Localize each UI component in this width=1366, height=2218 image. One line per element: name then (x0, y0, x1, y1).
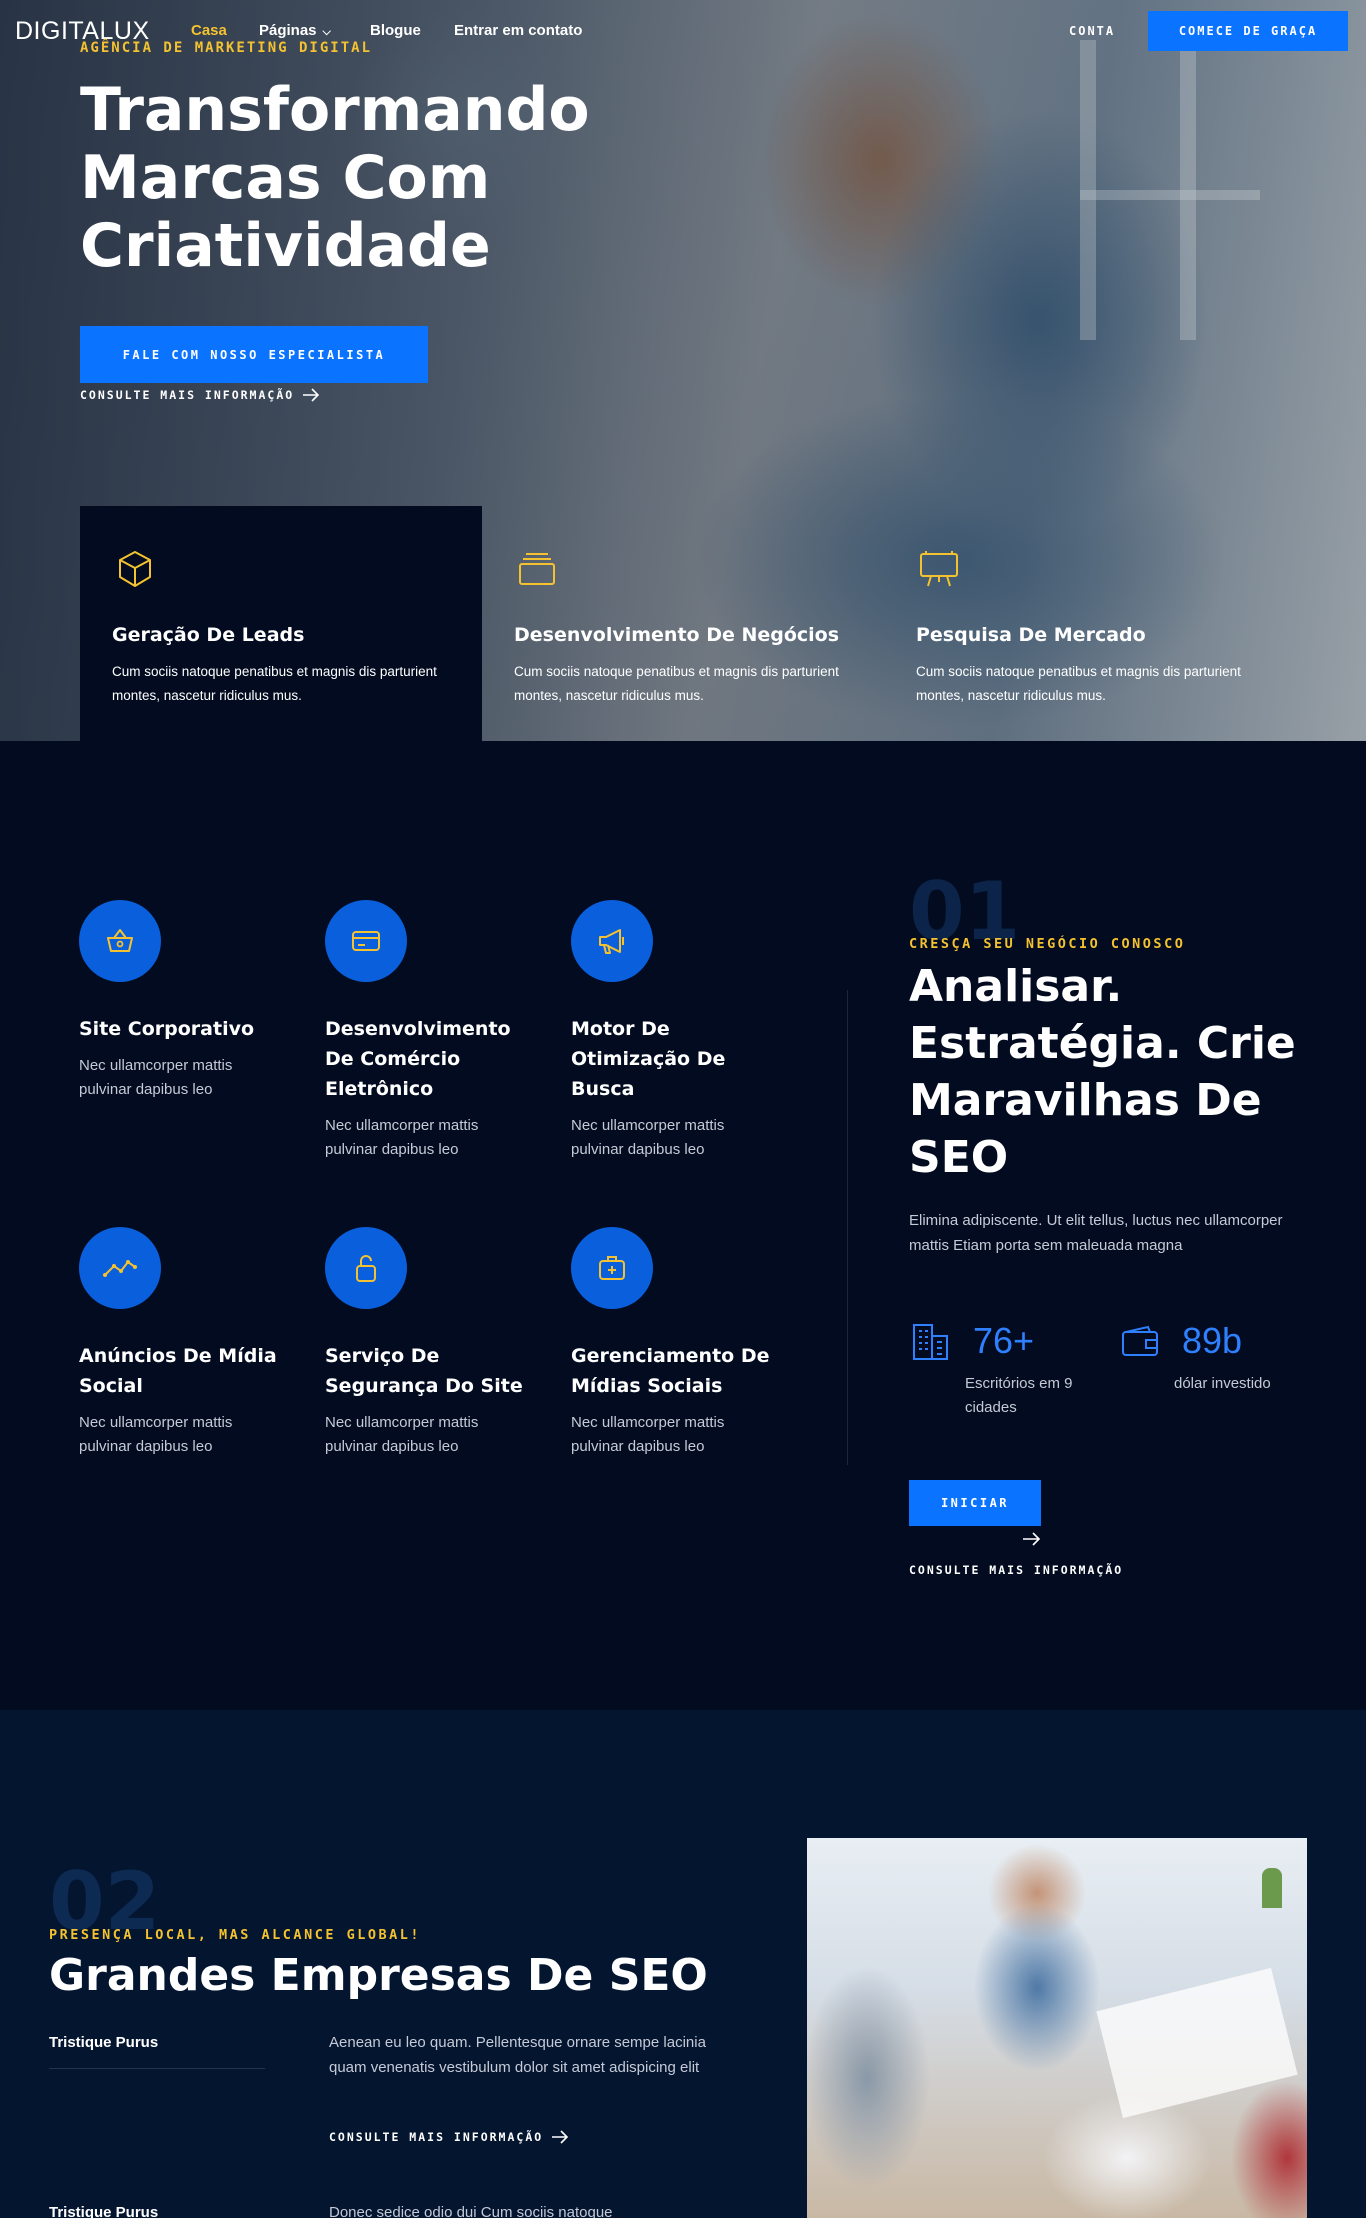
team-photo (807, 1838, 1307, 2218)
tab-description: Donec sedice odio dui Cum sociis natoque (329, 2204, 613, 2218)
section-eyebrow: PRESENÇA LOCAL, MAS ALCANCE GLOBAL! (49, 1927, 421, 1943)
nav-item-label: Páginas (259, 22, 317, 39)
tab-item-label[interactable]: Tristique Purus (49, 2034, 158, 2051)
megaphone-icon (599, 929, 624, 954)
section-title-line: Estratégia. Crie (909, 1018, 1296, 1069)
hero-section: DIGITALUX AGÊNCIA DE MARKETING DIGITAL C… (0, 0, 1366, 741)
service-item[interactable]: Serviço De Segurança Do Site Nec ullamco… (325, 1227, 535, 1459)
feature-text: Cum sociis natoque penatibus et magnis d… (916, 664, 1241, 703)
service-title: Anúncios De Mídia Social (79, 1345, 277, 1397)
nav-item-blogue[interactable]: Blogue (370, 22, 421, 39)
more-info-label: CONSULTE MAIS INFORMAÇÃO (80, 388, 295, 402)
service-title: Gerenciamento De Mídias Sociais (571, 1345, 770, 1397)
stat-label: dólar investido (1174, 1375, 1271, 1392)
service-text: Nec ullamcorper mattis pulvinar dapibus … (79, 1057, 233, 1098)
section-title-line: Analisar. (909, 961, 1123, 1012)
account-link[interactable]: CONTA (1069, 24, 1115, 38)
section-title: Analisar. Estratégia. Crie Maravilhas De… (909, 958, 1329, 1186)
section-title-line: SEO (909, 1132, 1009, 1183)
basket-icon (107, 929, 133, 952)
service-item[interactable]: Anúncios De Mídia Social Nec ullamcorper… (79, 1227, 289, 1459)
nav-item-contato[interactable]: Entrar em contato (454, 22, 582, 39)
service-text: Nec ullamcorper mattis pulvinar dapibus … (571, 1414, 725, 1455)
service-text: Nec ullamcorper mattis pulvinar dapibus … (79, 1414, 233, 1455)
trend-line-icon (103, 1260, 137, 1277)
buildings-icon (913, 1324, 948, 1360)
arrow-right-icon (1023, 1532, 1041, 1546)
service-text: Nec ullamcorper mattis pulvinar dapibus … (325, 1117, 479, 1158)
nav-item-casa[interactable]: Casa (191, 22, 227, 39)
feature-card-leads[interactable]: Geração De Leads Cum sociis natoque pena… (80, 506, 482, 741)
wallet-icon (1122, 1325, 1158, 1356)
tab-divider (49, 2068, 265, 2069)
service-title: Motor De Otimização De Busca (571, 1018, 726, 1100)
chevron-down-icon: ⌵ (322, 26, 331, 38)
service-icon-circle (571, 1227, 653, 1309)
stack-icon (519, 553, 555, 585)
nav-item-paginas[interactable]: Páginas ⌵ (259, 22, 331, 39)
more-info-label: CONSULTE MAIS INFORMAÇÃO (329, 2130, 544, 2144)
medical-kit-icon (599, 1256, 625, 1280)
service-icon-circle (79, 1227, 161, 1309)
service-icon-circle (325, 900, 407, 982)
photo-plant-shape (1262, 1868, 1282, 1908)
service-item[interactable]: Site Corporativo Nec ullamcorper mattis … (79, 900, 289, 1102)
box-icon (119, 551, 151, 587)
more-info-link[interactable]: CONSULTE MAIS INFORMAÇÃO (909, 1563, 1123, 1577)
service-item[interactable]: Desenvolvimento De Comércio Eletrônico N… (325, 900, 535, 1162)
talk-to-expert-button[interactable]: FALE COM NOSSO ESPECIALISTA (80, 326, 428, 383)
more-info-link[interactable]: CONSULTE MAIS INFORMAÇÃO (80, 388, 320, 402)
feature-text: Cum sociis natoque penatibus et magnis d… (514, 664, 839, 703)
site-tagline: AGÊNCIA DE MARKETING DIGITAL (80, 40, 373, 56)
feature-title: Desenvolvimento De Negócios (514, 624, 840, 646)
feature-title: Pesquisa De Mercado (916, 624, 1146, 646)
section-eyebrow: CRESÇA SEU NEGÓCIO CONOSCO (909, 936, 1186, 952)
photo-paper-shape (1096, 1967, 1298, 2119)
more-info-link[interactable]: CONSULTE MAIS INFORMAÇÃO (329, 2130, 569, 2144)
feature-title: Geração De Leads (112, 624, 305, 646)
stat-label: Escritórios em 9 cidades (965, 1375, 1073, 1416)
start-button[interactable]: INICIAR (909, 1480, 1041, 1526)
hero-title-line: Marcas Com (80, 143, 491, 213)
service-text: Nec ullamcorper mattis pulvinar dapibus … (571, 1117, 725, 1158)
stat-value: 89b (1182, 1320, 1243, 1361)
service-item[interactable]: Gerenciamento De Mídias Sociais Nec ulla… (571, 1227, 781, 1459)
arrow-right-icon (552, 2130, 569, 2144)
service-item[interactable]: Motor De Otimização De Busca Nec ullamco… (571, 900, 781, 1162)
arrow-right-icon (303, 388, 320, 402)
service-title: Serviço De Segurança Do Site (325, 1345, 523, 1397)
feature-card-business[interactable]: Desenvolvimento De Negócios Cum sociis n… (482, 506, 884, 741)
presentation-board-icon (920, 551, 958, 587)
hero-title-line: Transformando (80, 75, 590, 145)
tab-description: Aenean eu leo quam. Pellentesque ornare … (329, 2034, 706, 2076)
start-free-button[interactable]: COMECE DE GRAÇA (1148, 11, 1348, 51)
section-description: Elimina adipiscente. Ut elit tellus, luc… (909, 1212, 1283, 1254)
service-icon-circle (325, 1227, 407, 1309)
service-title: Site Corporativo (79, 1018, 255, 1040)
credit-card-icon (352, 931, 380, 951)
feature-text: Cum sociis natoque penatibus et magnis d… (112, 664, 437, 703)
section-divider (847, 990, 848, 1465)
hero-title: Transformando Marcas Com Criatividade (80, 76, 640, 280)
section-title-line: Maravilhas De (909, 1075, 1262, 1126)
hero-title-line: Criatividade (80, 211, 491, 281)
unlock-icon (356, 1255, 376, 1282)
stat-value: 76+ (973, 1320, 1035, 1361)
section-title: Grandes Empresas De SEO (49, 1950, 708, 2001)
tab-item-label[interactable]: Tristique Purus (49, 2204, 158, 2218)
feature-card-market[interactable]: Pesquisa De Mercado Cum sociis natoque p… (884, 506, 1286, 741)
service-text: Nec ullamcorper mattis pulvinar dapibus … (325, 1414, 479, 1455)
service-title: Desenvolvimento De Comércio Eletrônico (325, 1018, 511, 1100)
service-icon-circle (79, 900, 161, 982)
service-icon-circle (571, 900, 653, 982)
